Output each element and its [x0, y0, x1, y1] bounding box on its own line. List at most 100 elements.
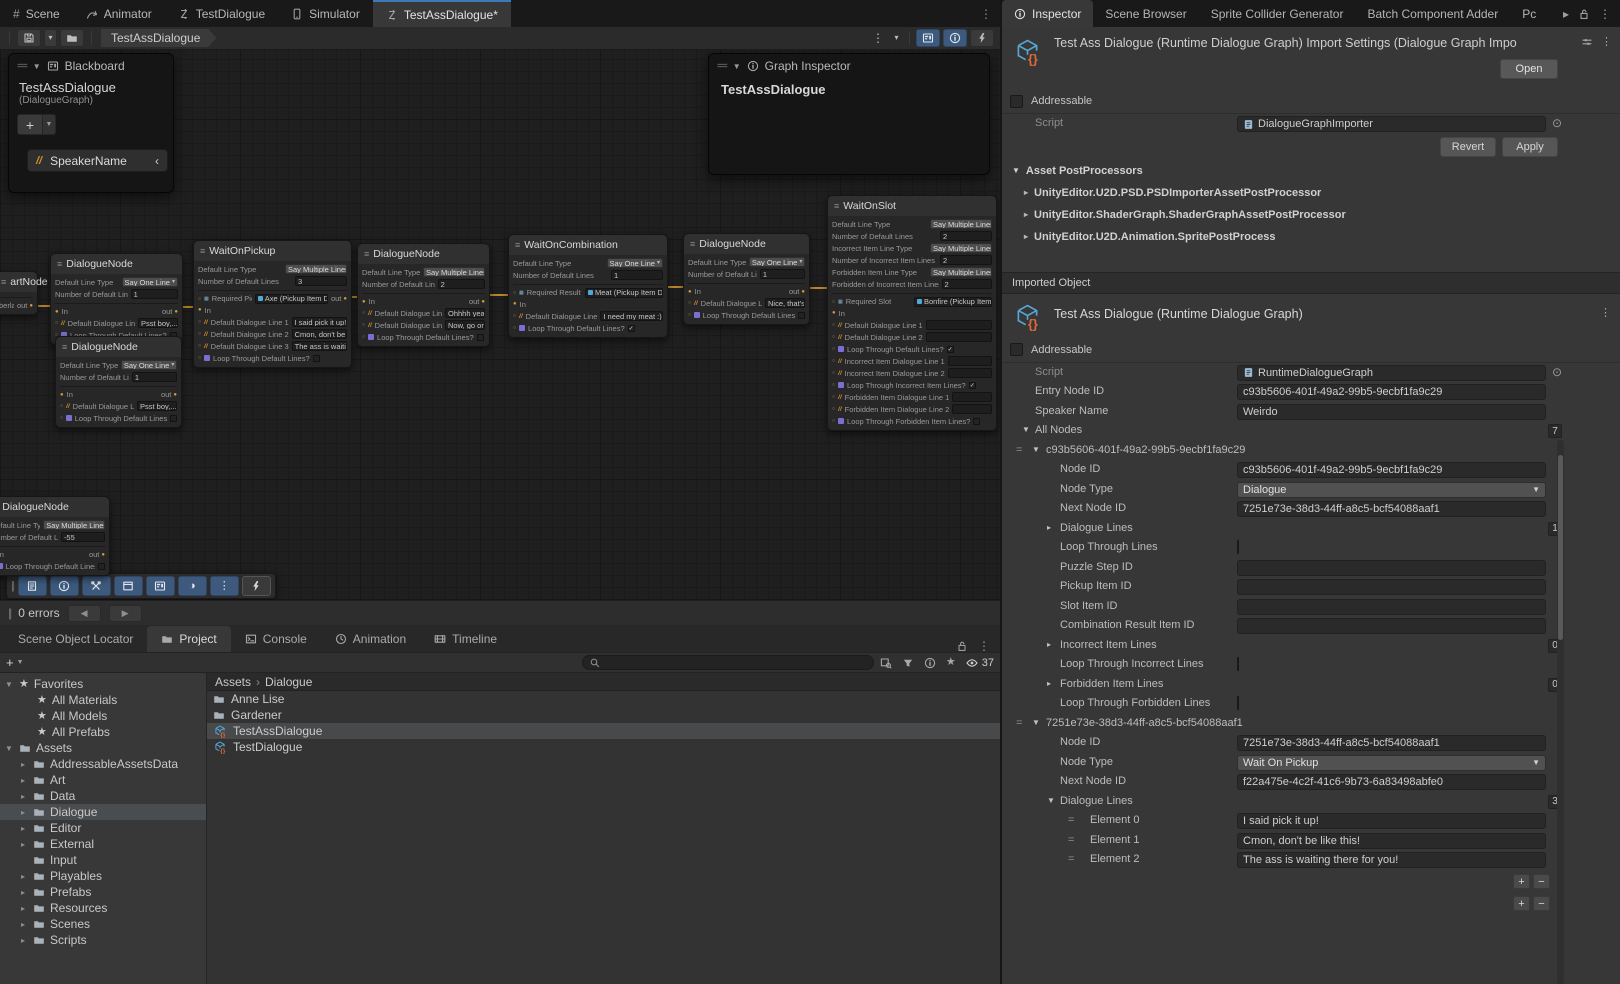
number-input[interactable]: 2	[942, 279, 993, 289]
tree-item-art[interactable]: ▸Art	[0, 772, 206, 788]
checkbox[interactable]: ✓	[947, 346, 954, 353]
checkbox[interactable]	[98, 563, 105, 570]
node-title-bar[interactable]: ≡DialogueNode	[51, 254, 182, 274]
checkbox[interactable]	[170, 415, 177, 422]
fold-arrow-icon[interactable]: ▸	[18, 888, 28, 897]
fold-arrow-icon[interactable]: ▸	[18, 760, 28, 769]
number-input[interactable]: 2	[940, 231, 992, 241]
text-input[interactable]: Nice, that's it!	[765, 298, 805, 308]
kebab-icon[interactable]: ⋮	[1601, 35, 1612, 48]
number-input[interactable]: 1	[760, 269, 805, 279]
array-add-button[interactable]: +	[1513, 896, 1530, 911]
out-port[interactable]: out●	[469, 297, 485, 306]
project-search-input[interactable]	[582, 655, 874, 670]
drag-handle-icon[interactable]: ||	[11, 580, 13, 592]
next-error-button[interactable]: ▶	[109, 605, 142, 622]
blackboard-property-speakername[interactable]: // SpeakerName ‹	[27, 149, 168, 172]
tab-project[interactable]: Project	[147, 626, 230, 652]
field-value-input[interactable]	[1237, 579, 1546, 595]
kebab-icon[interactable]: ⋮	[980, 8, 992, 20]
node-title-bar[interactable]: ≡WaitOnCombination	[509, 235, 667, 255]
tab-testassdialogue[interactable]: TestAssDialogue*	[373, 0, 511, 27]
postprocessor-spritepostprocess[interactable]: ▸UnityEditor.U2D.Animation.SpritePostPro…	[1002, 226, 1620, 248]
fold-arrow-icon[interactable]: ▸	[18, 936, 28, 945]
text-input[interactable]: I said pick it up!	[292, 317, 347, 327]
create-asset-dropdown-icon[interactable]: ▼	[17, 659, 24, 666]
enum-dropdown[interactable]: Say Multiple Lines▾	[285, 264, 347, 274]
text-input[interactable]	[952, 392, 992, 402]
drag-handle-icon[interactable]: ||	[8, 606, 10, 620]
text-input[interactable]: Cmon, don't be like this!	[292, 329, 347, 339]
more-options-button[interactable]: ⋮	[210, 576, 239, 596]
node-dialoguenode[interactable]: ≡DialogueNodeDefault Line TypeSay One Li…	[683, 233, 810, 325]
kebab-icon[interactable]: ⋮	[978, 640, 990, 652]
add-property-dropdown[interactable]: ▼	[43, 114, 56, 135]
more-tabs-icon[interactable]: ▸	[1563, 7, 1569, 21]
fold-arrow-icon[interactable]: ▼	[4, 680, 14, 689]
tree-item-data[interactable]: ▸Data	[0, 788, 206, 804]
graph-inspector-header[interactable]: == ▼ Graph Inspector	[709, 54, 989, 78]
tab-scene[interactable]: #Scene	[0, 0, 73, 27]
node-artnode[interactable]: ≡artNodeberlaneout●	[0, 271, 38, 315]
field-value-input[interactable]: Weirdo	[1237, 404, 1546, 420]
tab-sprite-collider-generator[interactable]: Sprite Collider Generator	[1199, 0, 1356, 27]
enum-dropdown[interactable]: Dialogue▼	[1237, 482, 1546, 498]
graph-options-kebab[interactable]: ⋮	[869, 29, 887, 47]
fold-arrow-icon[interactable]: ▸	[18, 792, 28, 801]
toggle-minimap-button[interactable]: ◑	[178, 576, 207, 596]
element-value-input[interactable]: I said pick it up!	[1237, 813, 1546, 829]
node-dialoguenode[interactable]: ≡DialogueNodeDefault Line TypeSay Multip…	[357, 243, 490, 347]
field-value-input[interactable]	[1237, 560, 1546, 576]
collapse-left-icon[interactable]: ‹	[155, 154, 159, 168]
foldout-closed-icon[interactable]: ▸	[1047, 640, 1051, 649]
graph-breadcrumb[interactable]: TestAssDialogue	[101, 29, 216, 47]
object-field[interactable]: Axe (Pickup Item Data)⊙	[255, 294, 328, 304]
foldout-open-icon[interactable]: ▼	[1022, 425, 1030, 434]
enum-dropdown[interactable]: Say Multiple Lines▾	[43, 520, 105, 530]
node-waitonpickup[interactable]: ≡WaitOnPickupDefault Line TypeSay Multip…	[193, 240, 352, 368]
foldout-open-icon[interactable]: ▼	[1032, 445, 1040, 454]
foldout-open-icon[interactable]: ▼	[1032, 718, 1040, 727]
tree-item-resources[interactable]: ▸Resources	[0, 900, 206, 916]
number-input[interactable]: 3	[295, 276, 347, 286]
blackboard-panel[interactable]: == ▼ Blackboard TestAssDialogue (Dialogu…	[8, 53, 174, 193]
node-title-bar[interactable]: ≡WaitOnPickup	[194, 241, 351, 261]
toggle-tools-button[interactable]	[82, 576, 111, 596]
enum-dropdown[interactable]: Say Multiple Lines▾	[423, 267, 485, 277]
out-port[interactable]: out●	[162, 307, 178, 316]
drag-handle-icon[interactable]: =	[1016, 444, 1022, 456]
fold-arrow-icon[interactable]: ▸	[18, 920, 28, 929]
add-property-button[interactable]: +	[17, 114, 43, 135]
toggle-blackboard-button[interactable]	[916, 29, 940, 47]
tab-scene-object-locator[interactable]: Scene Object Locator	[4, 626, 147, 652]
save-dropdown[interactable]: ▾	[44, 29, 57, 47]
tab-timeline[interactable]: Timeline	[420, 626, 511, 652]
number-input[interactable]: 2	[940, 255, 992, 265]
toggle-node-list-button[interactable]	[18, 576, 47, 596]
out-port[interactable]: out●	[89, 550, 105, 559]
collapse-icon[interactable]: ▼	[733, 62, 741, 71]
text-input[interactable]	[926, 320, 992, 330]
tab-pc[interactable]: Pc	[1510, 0, 1536, 27]
node-waitonslot[interactable]: ≡WaitOnSlotDefault Line TypeSay Multiple…	[827, 195, 997, 431]
foldout-closed-icon[interactable]: ▸	[1047, 523, 1051, 532]
info-icon[interactable]	[924, 657, 936, 669]
node-dialoguenode[interactable]: ≡DialogueNodeDefault Line TypeSay One Li…	[55, 336, 182, 428]
create-asset-button[interactable]: +	[6, 655, 14, 670]
tree-item-editor[interactable]: ▸Editor	[0, 820, 206, 836]
tab-testdialogue[interactable]: TestDialogue	[165, 0, 278, 27]
fold-arrow-icon[interactable]: ▸	[18, 872, 28, 881]
tab-inspector[interactable]: Inspector	[1002, 0, 1093, 27]
enum-dropdown[interactable]: Say Multiple Lines▾	[930, 243, 992, 253]
number-input[interactable]: 1	[131, 289, 178, 299]
revert-button[interactable]: Revert	[1440, 137, 1496, 157]
node-title-bar[interactable]: ≡DialogueNode	[684, 234, 809, 254]
field-value-input[interactable]: 7251e73e-38d3-44ff-a8c5-bcf54088aaf1	[1237, 501, 1546, 517]
foldout-open-icon[interactable]: ▼	[1047, 796, 1055, 805]
text-input[interactable]: The ass is waiting there for y	[292, 341, 347, 351]
field-value-input[interactable]	[1237, 618, 1546, 634]
field-value-input[interactable]: 7251e73e-38d3-44ff-a8c5-bcf54088aaf1	[1237, 735, 1546, 751]
tree-item-assets[interactable]: ▼Assets	[0, 740, 206, 756]
node-foldout-c93b5606[interactable]: =▼c93b5606-401f-49a2-99b5-9ecbf1fa9c29	[1002, 441, 1620, 461]
fold-arrow-icon[interactable]: ▸	[18, 824, 28, 833]
